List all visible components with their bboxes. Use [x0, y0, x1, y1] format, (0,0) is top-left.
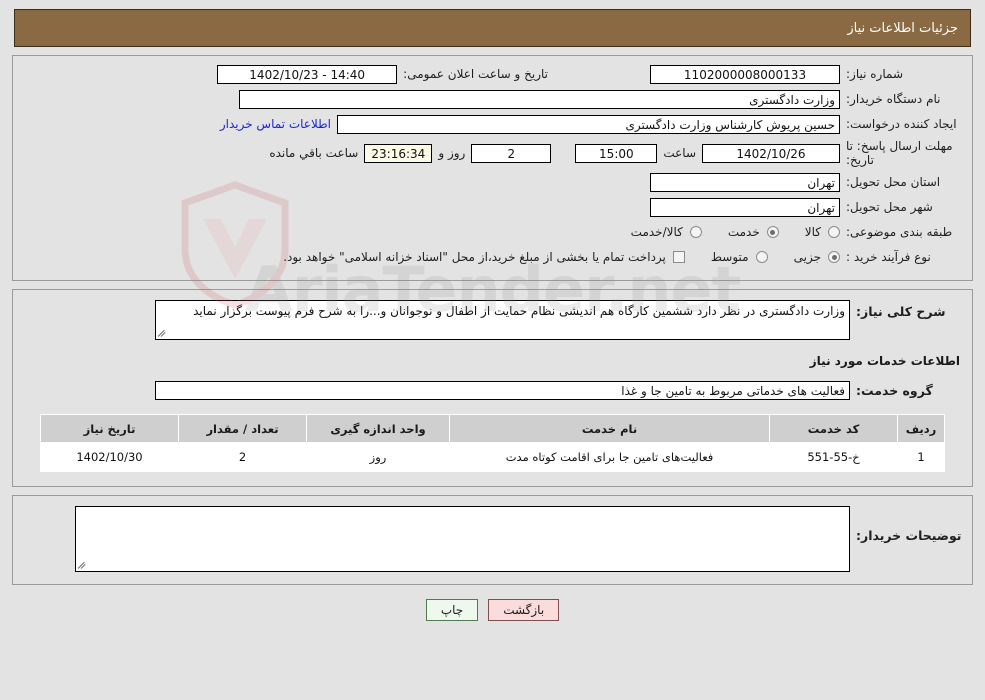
td-radif: 1 [897, 442, 945, 472]
page-wrapper: جزئیات اطلاعات نیاز شماره نیاز: 11020000… [0, 9, 985, 621]
row-process: نوع فرآیند خرید : جزیی متوسط پرداخت تمام… [23, 247, 962, 267]
province-label: استان محل تحویل: [846, 175, 941, 189]
th-radif: ردیف [897, 414, 945, 443]
category-option-khedmat[interactable]: خدمت [728, 225, 779, 239]
category-option-kala[interactable]: کالا [805, 225, 840, 239]
general-desc-text: وزارت دادگستری در نظر دارد ششمین کارگاه … [193, 304, 845, 318]
category-option-label: کالا [804, 225, 821, 239]
services-table-wrapper: ردیف کد خدمت نام خدمت واحد اندازه گیری ت… [23, 414, 962, 474]
table-row: 1 خ-55-551 فعالیت‌های تامین جا برای اقام… [40, 442, 945, 472]
radio-icon[interactable] [766, 226, 779, 238]
buyer-notes-panel: توضیحات خریدار: [12, 495, 973, 585]
need-number-label: شماره نیاز: [846, 67, 903, 81]
radio-icon[interactable] [689, 226, 702, 238]
th-qty: تعداد / مقدار [178, 414, 307, 443]
td-date: 1402/10/30 [40, 442, 179, 472]
row-creator: ایجاد کننده درخواست: حسین پریوش کارشناس … [23, 114, 962, 134]
row-buyer-notes: توضیحات خریدار: [23, 506, 962, 572]
resize-grip-icon[interactable] [77, 560, 88, 570]
page-header: جزئیات اطلاعات نیاز [14, 9, 971, 47]
service-group-label: گروه خدمت: [856, 382, 933, 398]
category-label: طبقه بندی موضوعی: [846, 225, 953, 239]
buyer-notes-label: توضیحات خریدار: [856, 528, 962, 543]
td-code: خ-55-551 [769, 442, 898, 472]
treasury-checkbox[interactable] [672, 251, 685, 263]
service-group-field[interactable]: فعالیت های خدماتی مربوط به تامین جا و غذ… [155, 380, 850, 400]
row-deadline: مهلت ارسال پاسخ: تا تاریخ: 1402/10/26 سا… [23, 139, 962, 167]
need-summary-panel: شماره نیاز: 1102000008000133 تاریخ و ساع… [12, 55, 973, 281]
services-table: ردیف کد خدمت نام خدمت واحد اندازه گیری ت… [40, 414, 945, 472]
deadline-date-field[interactable]: 1402/10/26 [702, 143, 840, 163]
province-field[interactable]: تهران [650, 172, 840, 192]
buyer-contact-link[interactable]: اطلاعات تماس خریدار [214, 117, 337, 131]
process-radio-group: جزیی متوسط [685, 250, 840, 264]
th-code: کد خدمت [769, 414, 898, 443]
process-option-label: متوسط [710, 250, 749, 264]
treasury-note: پرداخت تمام یا بخشی از مبلغ خرید،از محل … [283, 250, 666, 264]
print-button[interactable]: چاپ [425, 599, 479, 621]
row-category: طبقه بندی موضوعی: کالا خدمت کالا/خدمت [23, 222, 962, 242]
hour-label: ساعت [663, 146, 696, 160]
deadline-label: مهلت ارسال پاسخ: تا تاریخ: [846, 139, 953, 167]
public-announce-label: تاریخ و ساعت اعلان عمومی: [403, 67, 548, 81]
category-option-kala-khedmat[interactable]: کالا/خدمت [631, 225, 702, 239]
radio-icon[interactable] [755, 251, 768, 263]
countdown-label: ساعت باقي مانده [269, 146, 359, 160]
page-title: جزئیات اطلاعات نیاز [847, 20, 958, 36]
buyer-notes-textarea[interactable] [75, 506, 850, 572]
category-radio-group: کالا خدمت کالا/خدمت [605, 225, 840, 239]
td-unit: روز [306, 442, 450, 472]
row-need-number: شماره نیاز: 1102000008000133 تاریخ و ساع… [23, 64, 962, 84]
deadline-hour-field[interactable]: 15:00 [575, 143, 658, 163]
general-desc-label: شرح کلی نیاز: [856, 304, 946, 319]
general-desc-textarea[interactable]: وزارت دادگستری در نظر دارد ششمین کارگاه … [155, 300, 850, 340]
process-label: نوع فرآیند خرید : [846, 250, 931, 264]
th-name: نام خدمت [449, 414, 770, 443]
need-number-field[interactable]: 1102000008000133 [650, 64, 840, 84]
creator-label: ایجاد کننده درخواست: [846, 117, 957, 131]
radio-icon[interactable] [828, 226, 840, 238]
days-label: روز و [438, 146, 466, 160]
buyer-org-field[interactable]: وزارت دادگستری [239, 89, 840, 109]
category-option-label: خدمت [727, 225, 760, 239]
row-city: شهر محل تحویل: تهران [23, 197, 962, 217]
city-field[interactable]: تهران [650, 197, 840, 217]
td-name: فعالیت‌های تامین جا برای اقامت کوتاه مدت [449, 442, 770, 472]
need-details-panel: شرح کلی نیاز: وزارت دادگستری در نظر دارد… [12, 289, 973, 487]
th-unit: واحد اندازه گیری [306, 414, 450, 443]
row-general-desc: شرح کلی نیاز: وزارت دادگستری در نظر دارد… [23, 300, 962, 340]
resize-grip-icon[interactable] [157, 328, 168, 338]
radio-icon[interactable] [828, 251, 840, 263]
public-announce-field[interactable]: 14:40 - 1402/10/23 [217, 64, 398, 84]
row-service-group: گروه خدمت: فعالیت های خدماتی مربوط به تا… [23, 380, 962, 400]
process-option-motevaset[interactable]: متوسط [711, 250, 768, 264]
process-option-label: جزیی [793, 250, 821, 264]
row-province: استان محل تحویل: تهران [23, 172, 962, 192]
category-option-label: کالا/خدمت [630, 225, 683, 239]
row-buyer-org: نام دستگاه خریدار: وزارت دادگستری [23, 89, 962, 109]
action-button-bar: بازگشت چاپ [0, 599, 985, 621]
back-button[interactable]: بازگشت [488, 599, 560, 621]
td-qty: 2 [178, 442, 307, 472]
creator-field[interactable]: حسین پریوش کارشناس وزارت دادگستری [337, 114, 840, 134]
buyer-org-label: نام دستگاه خریدار: [846, 92, 941, 106]
table-header-row: ردیف کد خدمت نام خدمت واحد اندازه گیری ت… [40, 414, 945, 443]
process-option-jozei[interactable]: جزیی [794, 250, 840, 264]
countdown-field: 23:16:34 [364, 143, 433, 163]
services-heading: اطلاعات خدمات مورد نیاز [809, 354, 960, 368]
th-date: تاریخ نیاز [40, 414, 179, 443]
days-remaining-field: 2 [471, 143, 552, 163]
city-label: شهر محل تحویل: [846, 200, 933, 214]
